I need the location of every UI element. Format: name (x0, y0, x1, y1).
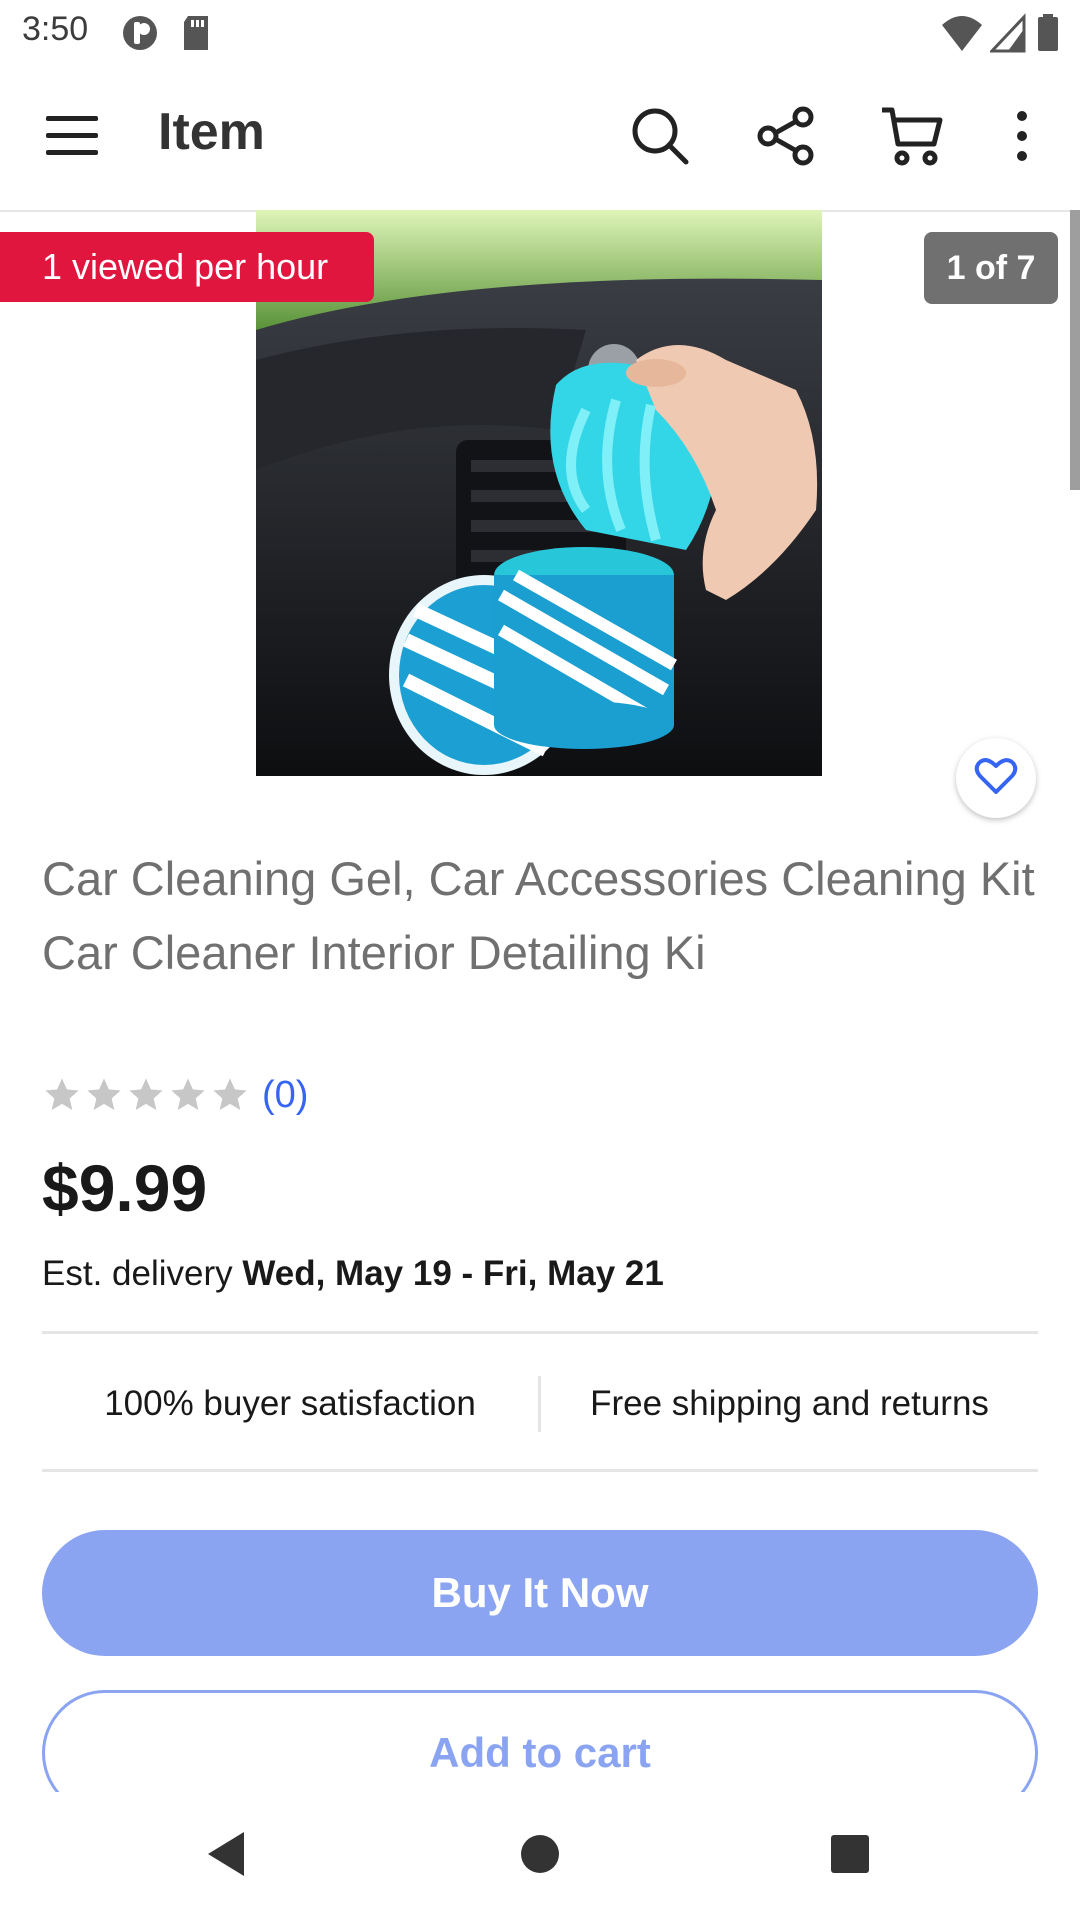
shipping-returns: Free shipping and returns (590, 1384, 989, 1423)
sd-card-icon (180, 13, 212, 58)
delivery-estimate: Est. delivery Wed, May 19 - Fri, May 21 (42, 1254, 664, 1294)
wifi-icon (940, 13, 984, 58)
delivery-label: Est. delivery (42, 1254, 243, 1293)
system-nav-bar (0, 1792, 1080, 1920)
recents-button[interactable] (790, 1792, 910, 1920)
add-to-cart-button[interactable]: Add to cart (42, 1690, 1038, 1792)
star-icon (213, 1078, 247, 1110)
app-bar: Item (0, 64, 1080, 212)
image-gallery[interactable]: 1 viewed per hour 1 of 7 (0, 210, 1080, 830)
signal-icon (988, 13, 1026, 58)
star-icon (129, 1078, 163, 1110)
more-vertical-icon[interactable] (1006, 106, 1038, 171)
recents-icon (829, 1833, 871, 1880)
status-time: 3:50 (22, 10, 89, 48)
home-button[interactable] (480, 1792, 600, 1920)
cart-icon[interactable] (880, 104, 944, 173)
scrollbar[interactable] (1070, 210, 1080, 490)
content-area: 3:50 Item 1 viewed per hour 1 of 7 Car C… (0, 0, 1080, 1792)
notification-app-icon (120, 13, 160, 58)
share-icon[interactable] (756, 106, 816, 171)
back-icon (204, 1830, 248, 1883)
star-icon (45, 1078, 79, 1110)
menu-icon[interactable] (44, 108, 100, 169)
page-title: Item (158, 103, 265, 161)
delivery-dates: Wed, May 19 - Fri, May 21 (242, 1254, 664, 1293)
battery-icon (1036, 13, 1060, 58)
buyer-satisfaction: 100% buyer satisfaction (104, 1384, 476, 1423)
heart-icon (974, 756, 1018, 801)
star-rating (42, 1075, 252, 1115)
status-bar: 3:50 (0, 0, 1080, 64)
review-count-link[interactable]: (0) (262, 1074, 308, 1117)
star-icon (171, 1078, 205, 1110)
price: $9.99 (42, 1151, 208, 1225)
product-title: Car Cleaning Gel, Car Accessories Cleani… (42, 852, 1035, 979)
home-icon (518, 1832, 562, 1881)
divider (42, 1331, 1038, 1334)
back-button[interactable] (166, 1792, 286, 1920)
rating-row[interactable]: (0) (42, 1070, 308, 1120)
screen: 3:50 Item 1 viewed per hour 1 of 7 Car C… (0, 0, 1080, 1920)
watch-button[interactable] (956, 738, 1036, 818)
image-counter: 1 of 7 (924, 232, 1058, 304)
search-icon[interactable] (628, 104, 692, 173)
star-icon (87, 1078, 121, 1110)
views-badge: 1 viewed per hour (0, 232, 374, 302)
buy-it-now-button[interactable]: Buy It Now (42, 1530, 1038, 1656)
feature-highlights: 100% buyer satisfaction Free shipping an… (42, 1336, 1038, 1472)
divider (42, 1469, 1038, 1472)
